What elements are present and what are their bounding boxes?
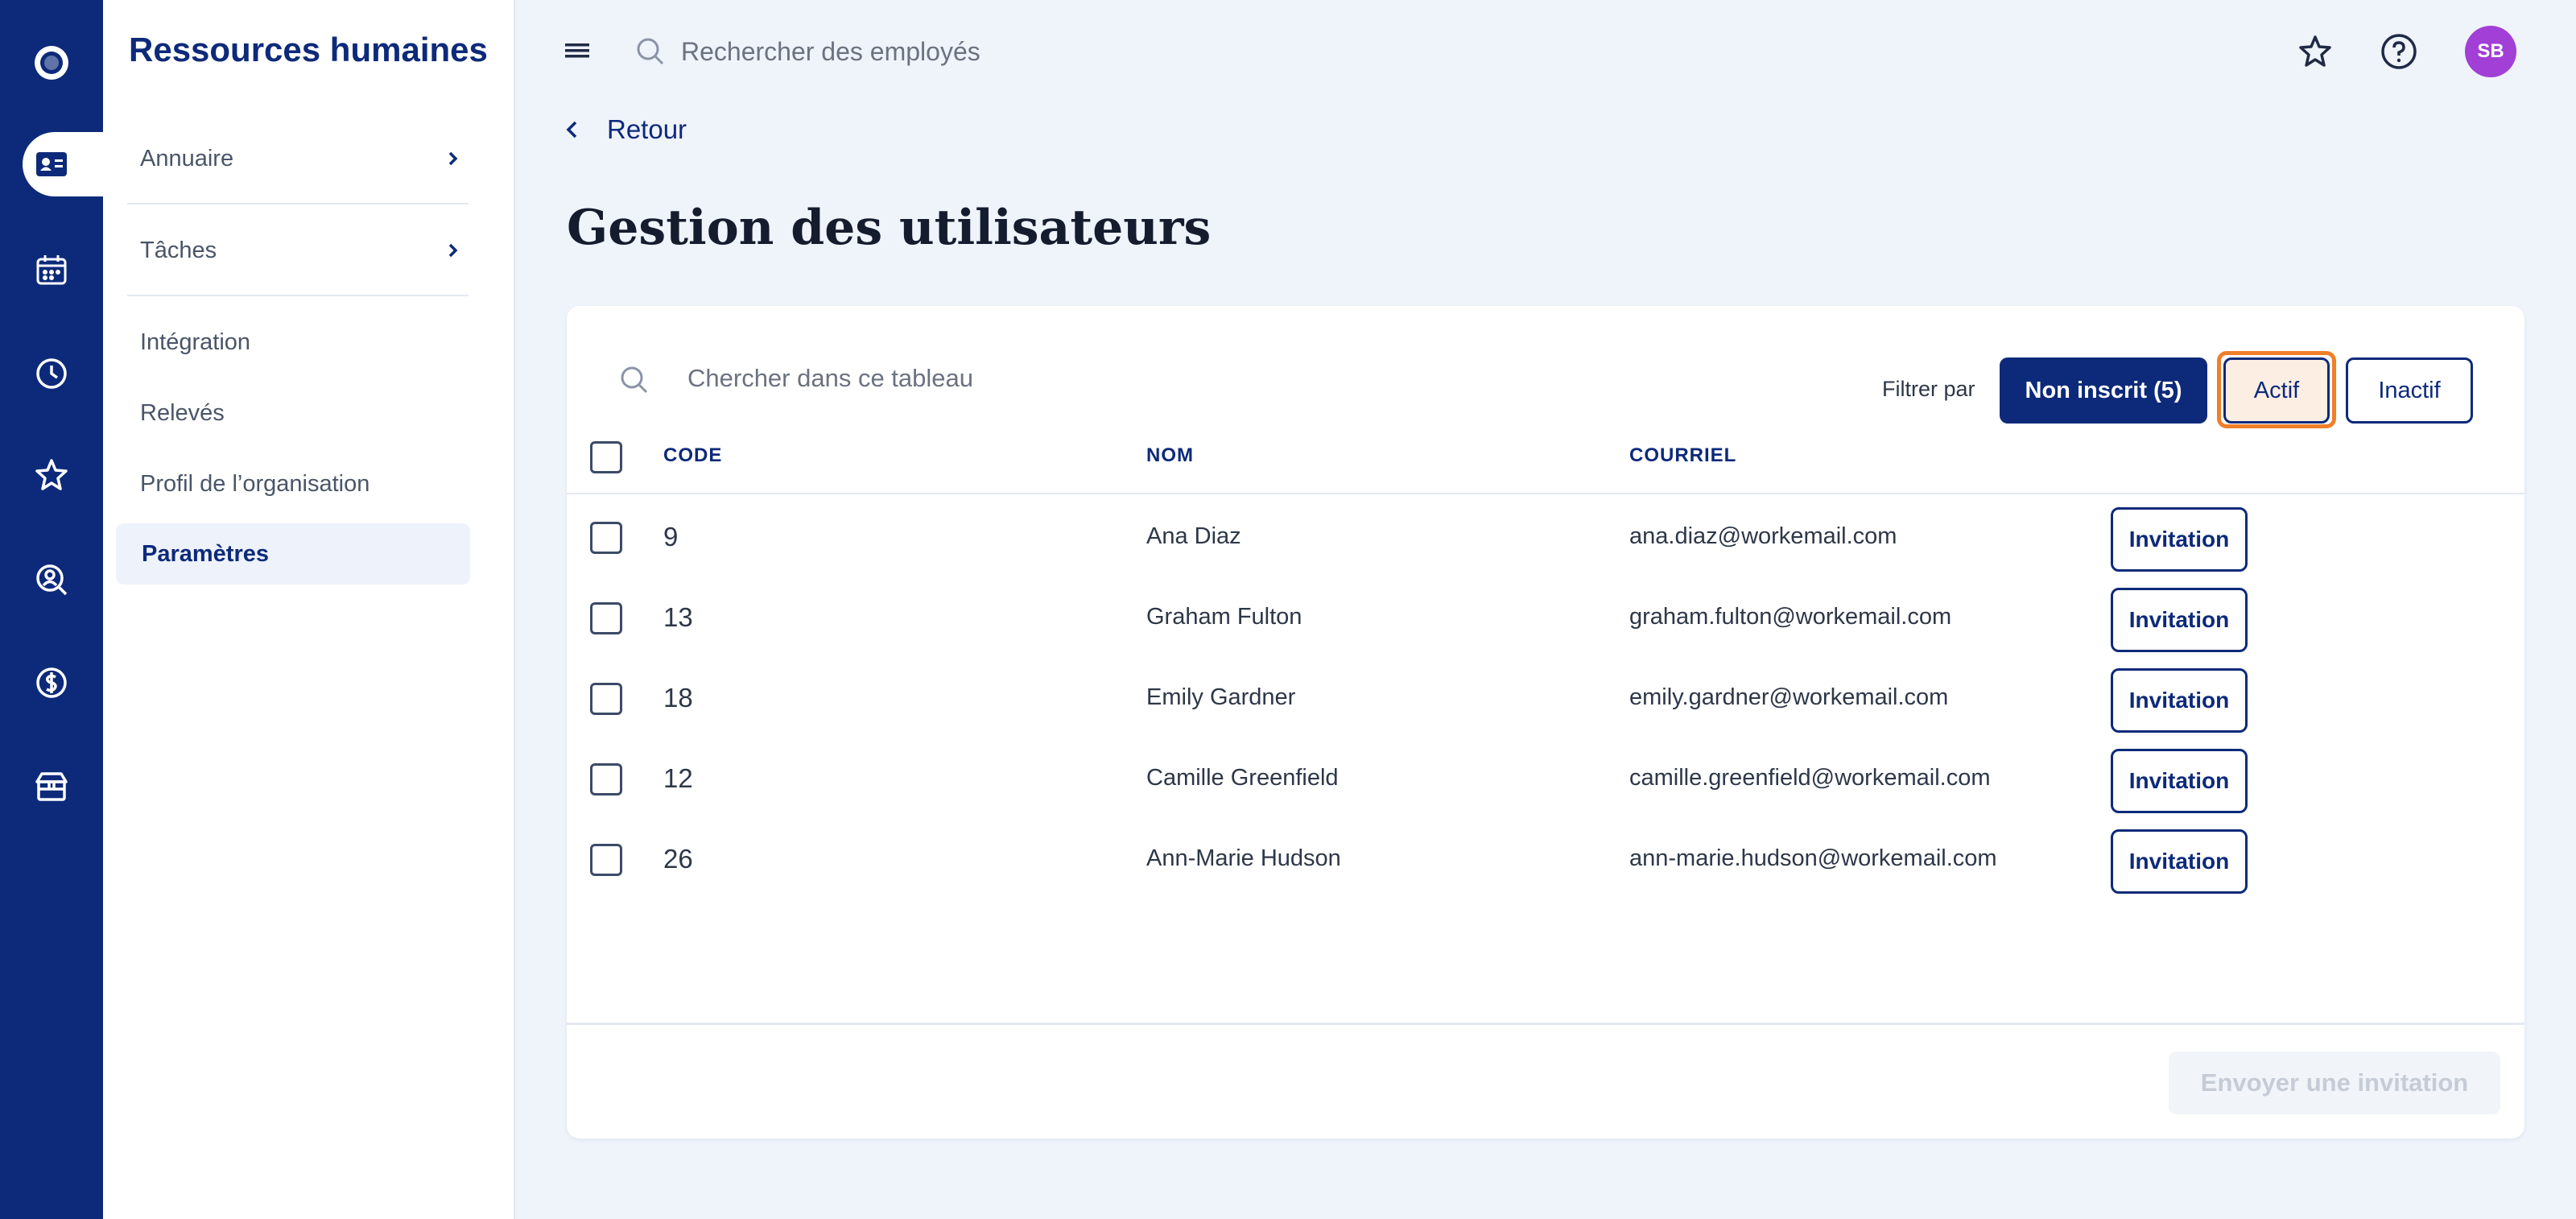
sidebar-item-label: Relevés — [140, 399, 225, 426]
back-link[interactable]: Retour — [564, 114, 687, 145]
table-row: 12 Camille Greenfield camille.greenfield… — [567, 739, 2524, 820]
chevron-right-icon — [448, 243, 458, 258]
cell-code: 18 — [663, 683, 693, 713]
sidebar: Ressources humaines Annuaire Tâches Inté… — [103, 0, 515, 1219]
column-header-code[interactable]: CODE — [663, 444, 722, 467]
help-icon[interactable] — [2378, 31, 2420, 72]
sidebar-item-label: Intégration — [140, 329, 251, 355]
avatar[interactable]: SB — [2465, 26, 2516, 77]
invitation-button[interactable]: Invitation — [2111, 829, 2248, 894]
cell-code: 12 — [663, 763, 693, 793]
filter-not-registered-button[interactable]: Non inscrit (5) — [2000, 357, 2207, 424]
sidebar-item-label: Paramètres — [142, 540, 269, 567]
cell-email: ann-marie.hudson@workemail.com — [1629, 845, 1997, 871]
sidebar-item-label: Profil de l’organisation — [140, 470, 370, 497]
back-label: Retour — [607, 114, 687, 144]
table-row: 9 Ana Diaz ana.diaz@workemail.com Invita… — [567, 498, 2524, 578]
menu-icon[interactable] — [564, 37, 592, 63]
search-person-icon[interactable] — [0, 548, 103, 612]
table-row: 26 Ann-Marie Hudson ann-marie.hudson@wor… — [567, 820, 2524, 900]
column-header-name[interactable]: NOM — [1146, 444, 1194, 467]
sidebar-item-annuaire[interactable]: Annuaire — [127, 114, 469, 205]
calendar-icon[interactable] — [0, 238, 103, 303]
invitation-button[interactable]: Invitation — [2111, 507, 2248, 572]
row-checkbox[interactable] — [590, 763, 622, 795]
filter-inactive-button[interactable]: Inactif — [2346, 357, 2473, 424]
table-search-input[interactable] — [687, 356, 1251, 401]
favorites-star-icon[interactable] — [2294, 31, 2336, 72]
employee-card-icon[interactable] — [0, 132, 103, 196]
cell-email: ana.diaz@workemail.com — [1629, 523, 1897, 549]
app-rail — [0, 0, 103, 1219]
row-checkbox[interactable] — [590, 522, 622, 554]
chevron-right-icon — [448, 151, 458, 166]
table-row: 18 Emily Gardner emily.gardner@workemail… — [567, 659, 2524, 739]
star-icon[interactable] — [0, 443, 103, 507]
send-invitation-button[interactable]: Envoyer une invitation — [2169, 1052, 2500, 1114]
cell-name: Emily Gardner — [1146, 684, 1296, 710]
filter-label: Filtrer par — [1882, 377, 1975, 401]
cell-email: emily.gardner@workemail.com — [1629, 684, 1949, 710]
cell-code: 26 — [663, 844, 693, 874]
row-checkbox[interactable] — [590, 602, 622, 634]
select-all-checkbox[interactable] — [590, 441, 622, 473]
sidebar-item-profil-organisation[interactable]: Profil de l’organisation — [127, 453, 469, 514]
search-icon — [621, 366, 648, 394]
gift-icon[interactable] — [0, 754, 103, 818]
column-header-email[interactable]: COURRIEL — [1629, 444, 1736, 467]
cell-name: Graham Fulton — [1146, 604, 1302, 630]
sidebar-item-taches[interactable]: Tâches — [127, 206, 469, 296]
cell-email: camille.greenfield@workemail.com — [1629, 765, 1991, 791]
row-checkbox[interactable] — [590, 844, 622, 876]
logo-icon[interactable] — [0, 31, 103, 95]
employee-search-input[interactable] — [681, 31, 1406, 72]
table-header-divider — [567, 493, 2524, 494]
row-checkbox[interactable] — [590, 683, 622, 715]
clock-icon[interactable] — [0, 341, 103, 406]
invitation-button[interactable]: Invitation — [2111, 749, 2248, 813]
cell-code: 13 — [663, 602, 693, 632]
footer-divider — [567, 1023, 2524, 1025]
filter-active-button[interactable]: Actif — [2223, 357, 2330, 424]
cell-name: Ann-Marie Hudson — [1146, 845, 1341, 871]
top-bar: SB — [515, 0, 2576, 105]
cell-code: 9 — [663, 522, 679, 552]
chevron-left-icon — [566, 121, 577, 138]
dollar-icon[interactable] — [0, 651, 103, 715]
search-icon — [637, 38, 664, 65]
sidebar-item-releves[interactable]: Relevés — [127, 382, 469, 444]
cell-name: Camille Greenfield — [1146, 765, 1339, 791]
invitation-button[interactable]: Invitation — [2111, 668, 2248, 733]
sidebar-item-integration[interactable]: Intégration — [127, 312, 469, 373]
page-title: Gestion des utilisateurs — [567, 200, 1212, 256]
sidebar-item-label: Tâches — [140, 237, 217, 263]
app-title: Ressources humaines — [129, 31, 488, 68]
sidebar-item-parametres[interactable]: Paramètres — [116, 523, 470, 585]
sidebar-item-label: Annuaire — [140, 145, 234, 171]
table-row: 13 Graham Fulton graham.fulton@workemail… — [567, 578, 2524, 659]
cell-email: graham.fulton@workemail.com — [1629, 604, 1952, 630]
cell-name: Ana Diaz — [1146, 523, 1241, 549]
invitation-button[interactable]: Invitation — [2111, 588, 2248, 652]
